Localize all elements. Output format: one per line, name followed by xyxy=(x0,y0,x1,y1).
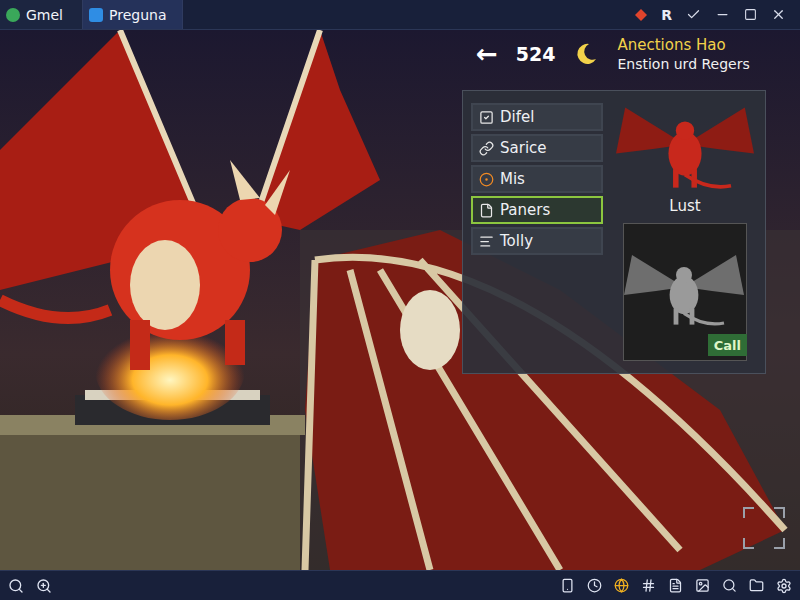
score-counter: 524 xyxy=(516,43,556,65)
search-icon[interactable] xyxy=(722,578,737,593)
window-tab[interactable]: Preguna xyxy=(83,0,183,29)
app-window: GmelPreguna R ← 524 Anections Hao Enstion urd… xyxy=(0,0,800,600)
game-view[interactable]: ← 524 Anections Hao Enstion urd Regers Difel… xyxy=(0,30,800,570)
menu-item[interactable]: Sarice xyxy=(471,134,603,162)
close-icon[interactable] xyxy=(771,7,786,22)
hud-titles: Anections Hao Enstion urd Regers xyxy=(617,36,749,72)
image-icon[interactable] xyxy=(695,578,710,593)
link-icon xyxy=(479,141,494,156)
r-badge[interactable]: R xyxy=(661,7,672,23)
dragon-card[interactable]: Lust xyxy=(610,103,760,215)
dragon-card[interactable]: Call xyxy=(623,223,747,361)
search-icon[interactable] xyxy=(8,578,24,594)
gear-icon[interactable] xyxy=(776,578,792,594)
app-icon xyxy=(6,8,20,22)
document-icon[interactable] xyxy=(668,578,683,593)
moon-icon xyxy=(573,41,599,67)
clock-icon[interactable] xyxy=(587,578,602,593)
hash-icon[interactable] xyxy=(641,578,656,593)
back-button[interactable]: ← xyxy=(476,41,498,67)
side-panel: Difel Sarice Mis Paners Tolly Lust Call xyxy=(462,90,766,374)
app-icon xyxy=(89,8,103,22)
badge-icon xyxy=(479,172,494,187)
zoom-icon[interactable] xyxy=(36,578,52,594)
taskbar-left xyxy=(8,578,52,594)
fullscreen-icon[interactable] xyxy=(742,506,786,550)
taskbar xyxy=(0,570,800,600)
menu-item[interactable]: Paners xyxy=(471,196,603,224)
folder-icon[interactable] xyxy=(749,578,764,593)
checkbox-icon xyxy=(479,110,494,125)
minimize-icon[interactable] xyxy=(715,7,730,22)
hud: ← 524 Anections Hao Enstion urd Regers xyxy=(476,36,750,72)
hud-title: Anections Hao xyxy=(617,36,749,54)
menu-item[interactable]: Difel xyxy=(471,103,603,131)
phone-icon[interactable] xyxy=(560,578,575,593)
call-button[interactable]: Call xyxy=(708,334,747,356)
card-caption: Lust xyxy=(669,197,700,215)
hud-subtitle: Enstion urd Regers xyxy=(617,56,749,72)
menu-list: Difel Sarice Mis Paners Tolly xyxy=(471,103,603,361)
list-icon xyxy=(479,234,494,249)
menu-item[interactable]: Tolly xyxy=(471,227,603,255)
title-bar: GmelPreguna R xyxy=(0,0,800,30)
window-controls: R xyxy=(635,0,800,29)
browser-icon[interactable] xyxy=(614,578,629,593)
maximize-icon[interactable] xyxy=(744,8,757,21)
dragon-cards: Lust Call xyxy=(613,103,757,361)
taskbar-right xyxy=(560,578,792,594)
red-dragon-image xyxy=(610,103,760,195)
check-icon[interactable] xyxy=(686,7,701,22)
menu-item[interactable]: Mis xyxy=(471,165,603,193)
document-icon xyxy=(479,203,494,218)
window-tab[interactable]: Gmel xyxy=(0,0,83,29)
diamond-icon[interactable] xyxy=(635,9,647,21)
